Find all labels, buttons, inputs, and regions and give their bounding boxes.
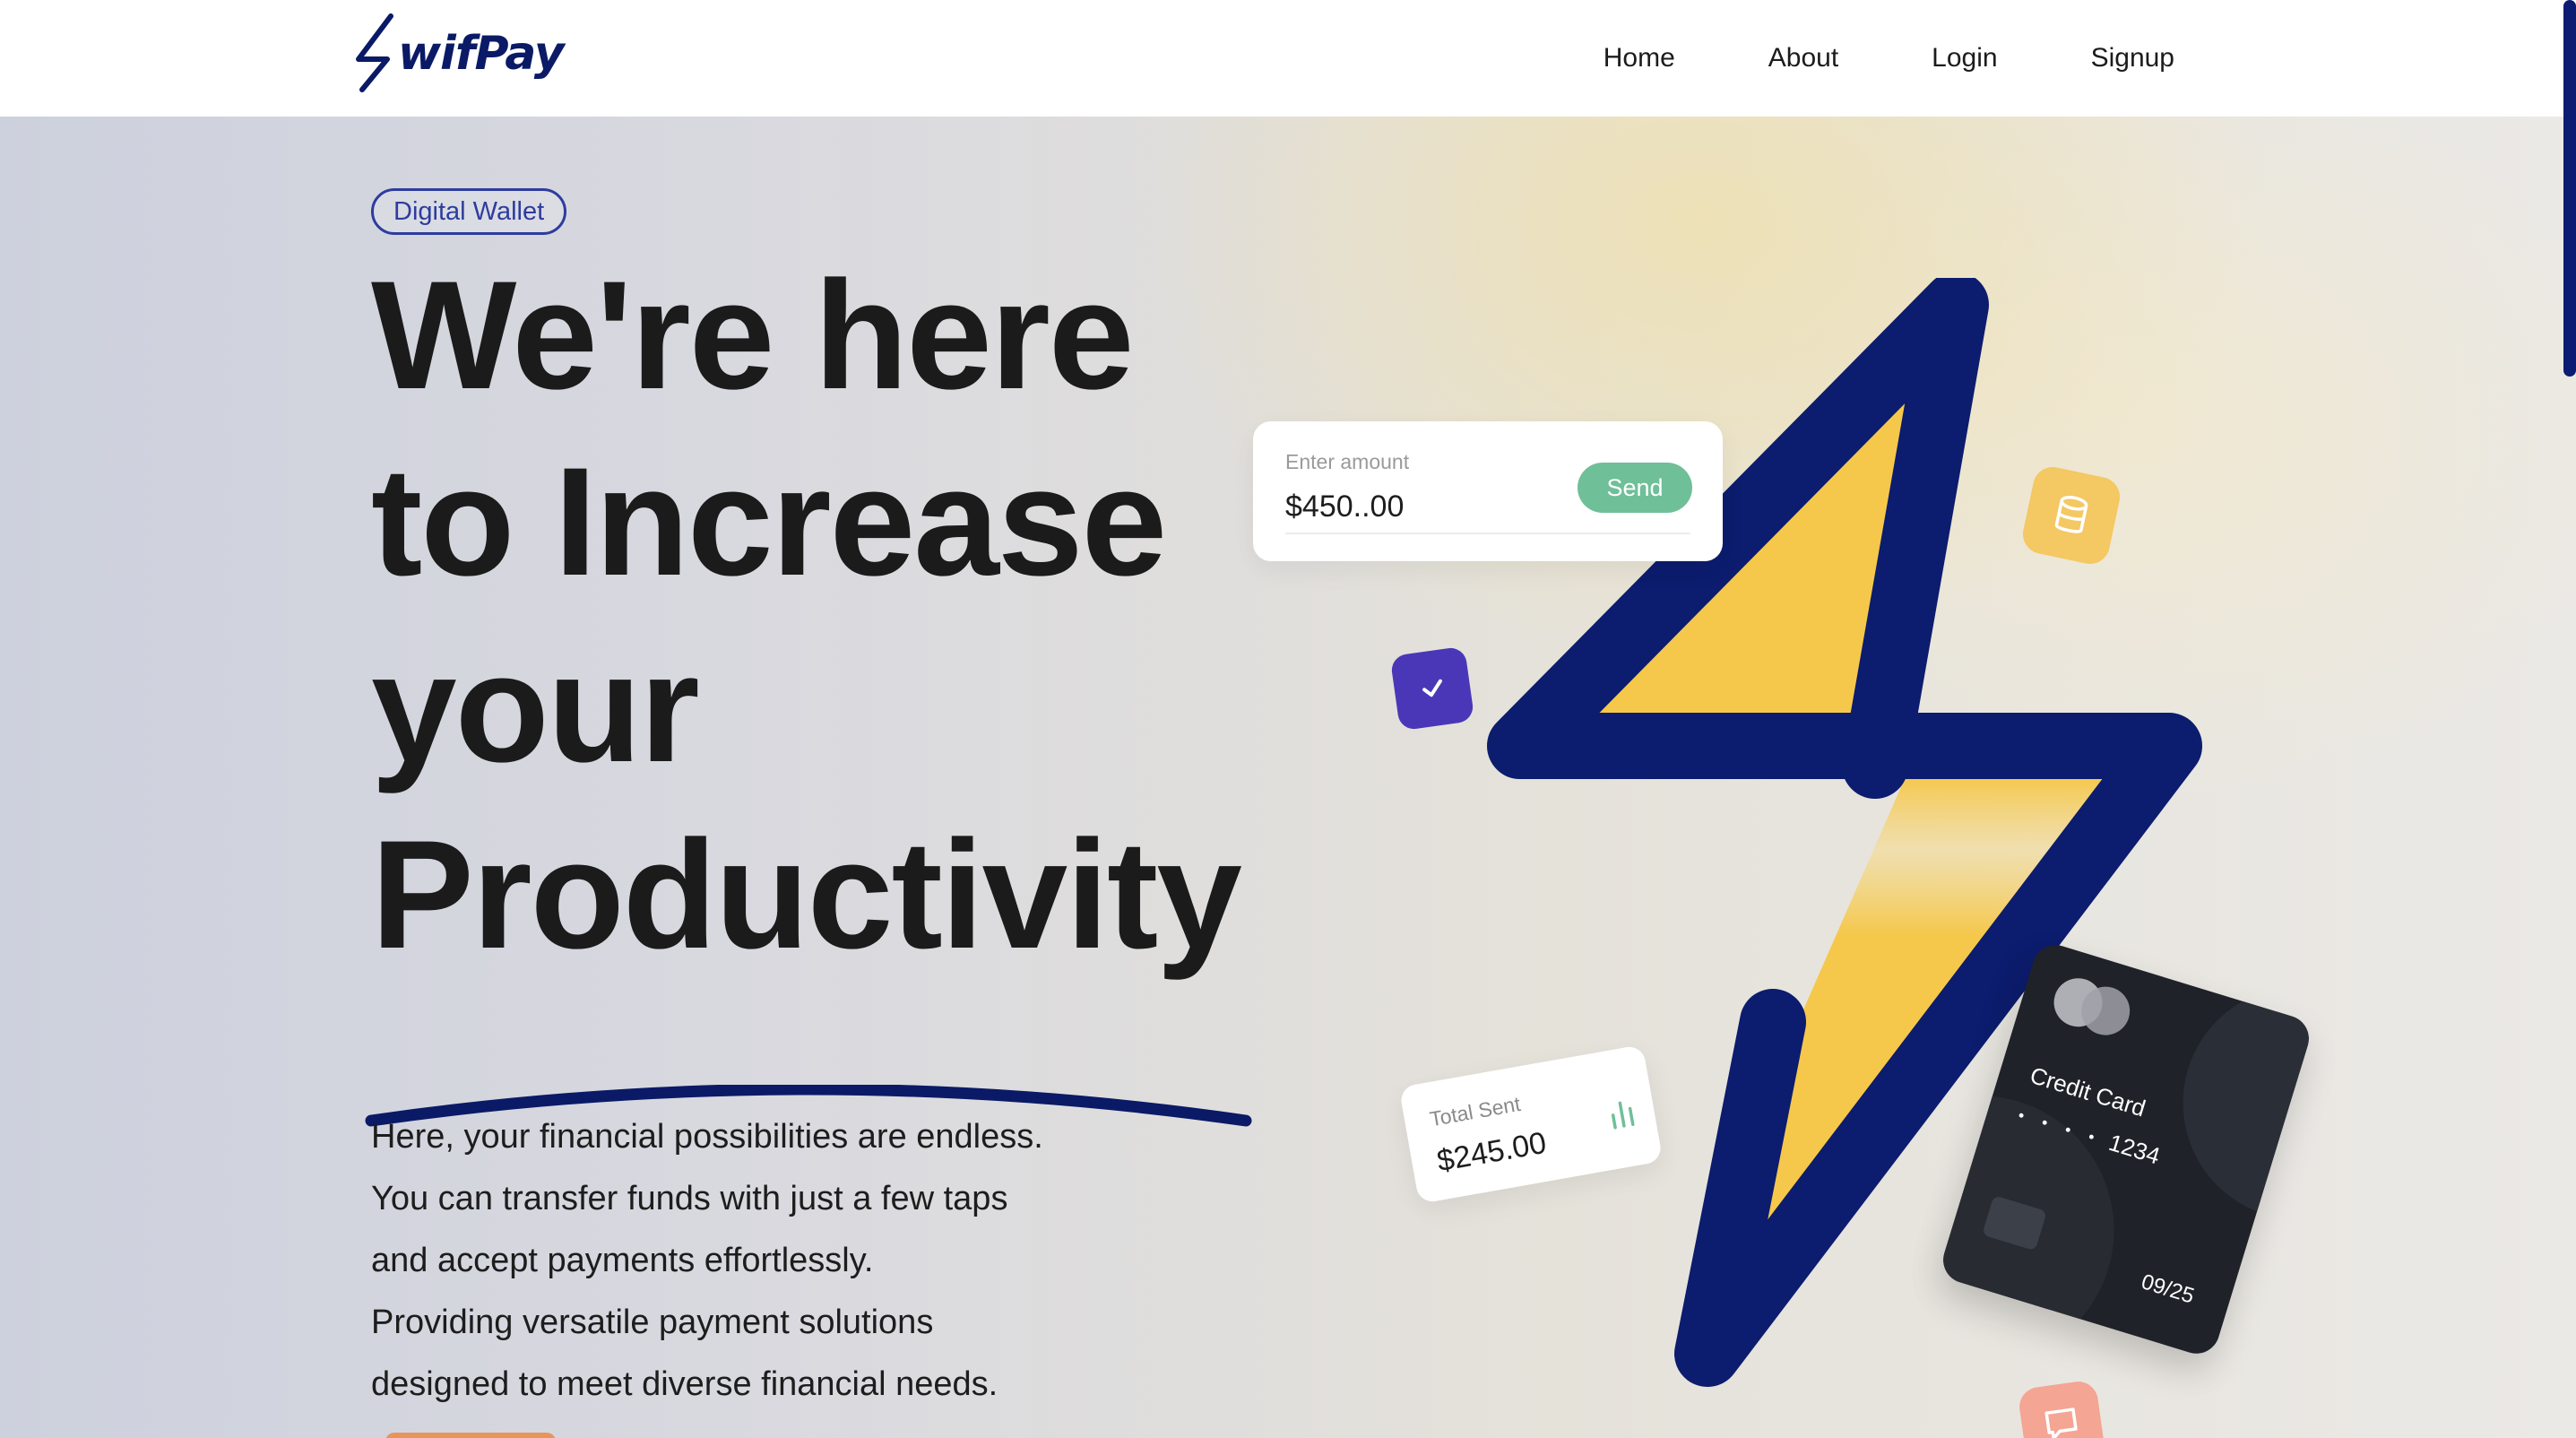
nav-login[interactable]: Login [1932,43,1997,74]
check-icon [1389,645,1475,732]
hero-description: Here, your financial possibilities are e… [371,1106,1178,1416]
card-last-four: 1234 [2105,1128,2164,1170]
hero-headline: We're here to Increase your Productivity [371,242,1357,988]
nav-signup[interactable]: Signup [2091,43,2174,74]
description-line: Here, your financial possibilities are e… [371,1118,1043,1156]
bar-chart-icon [1611,1101,1635,1130]
digital-wallet-badge: Digital Wallet [371,188,567,235]
swifpay-logo[interactable]: wifPay [351,13,565,93]
site-header: wifPay Home About Login Signup [0,0,2576,117]
main-nav: Home About Login Signup [1604,0,2174,117]
cta-button-peek[interactable] [385,1433,556,1438]
chat-icon [2017,1379,2106,1438]
send-button[interactable]: Send [1578,463,1692,513]
headline-line: We're here [371,249,1135,421]
amount-label: Enter amount [1285,450,1410,473]
description-line: designed to meet diverse financial needs… [371,1365,998,1403]
card-expiry: 09/25 [2138,1269,2198,1309]
amount-input-underline [1285,533,1690,534]
card-decoration [2154,957,2315,1249]
page-scrollbar[interactable] [2563,0,2576,377]
description-line: and accept payments effortlessly. [371,1242,874,1279]
amount-input[interactable]: $450..00 [1285,489,1404,524]
database-icon [2018,463,2124,568]
headline-line: Productivity [371,809,1242,981]
nav-about[interactable]: About [1768,43,1838,74]
total-sent-value: $245.00 [1434,1125,1550,1179]
description-line: Providing versatile payment solutions [371,1304,934,1341]
headline-line: your [371,622,700,794]
description-line: You can transfer funds with just a few t… [371,1180,1008,1217]
brand-name: wifPay [398,27,565,81]
nav-home[interactable]: Home [1604,43,1675,74]
total-sent-label: Total Sent [1428,1091,1523,1131]
headline-line: to Increase [371,436,1167,608]
enter-amount-card: Enter amount $450..00 Send [1253,421,1723,561]
hero-section: Digital Wallet We're here to Increase yo… [0,117,2576,1438]
